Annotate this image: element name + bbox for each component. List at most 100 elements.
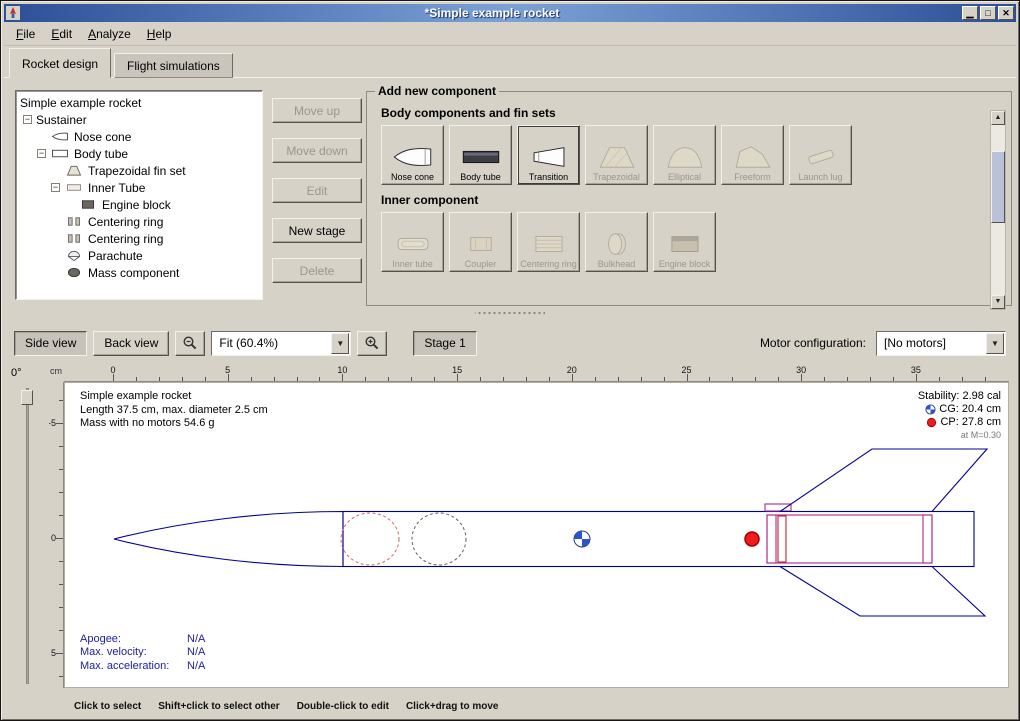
tab-flight-simulations[interactable]: Flight simulations bbox=[114, 53, 233, 78]
horizontal-ruler: 05101520253035 bbox=[64, 364, 1009, 382]
tree-expander-icon[interactable]: − bbox=[37, 149, 46, 158]
move-down-button[interactable]: Move down bbox=[272, 138, 362, 163]
mass-icon bbox=[64, 266, 84, 279]
slider-track bbox=[26, 388, 29, 684]
ruler-label: 30 bbox=[796, 365, 806, 375]
component-button-label: Engine block bbox=[659, 260, 711, 269]
slider-handle[interactable] bbox=[21, 390, 33, 405]
tree-expander-icon[interactable]: − bbox=[51, 183, 60, 192]
stage-1-toggle[interactable]: Stage 1 bbox=[413, 331, 476, 356]
add-coupler-button[interactable]: Coupler bbox=[449, 212, 512, 272]
menu-help[interactable]: Help bbox=[139, 23, 180, 45]
add-engine-block-button[interactable]: Engine block bbox=[653, 212, 716, 272]
ruler-tick bbox=[870, 377, 871, 381]
add-centering-ring-button[interactable]: Centering ring bbox=[517, 212, 580, 272]
edit-button[interactable]: Edit bbox=[272, 178, 362, 203]
scroll-down-icon[interactable]: ▼ bbox=[991, 295, 1005, 309]
tree-item-engine-block[interactable]: Engine block bbox=[18, 196, 260, 213]
move-up-button[interactable]: Move up bbox=[272, 98, 362, 123]
ruler-tick bbox=[205, 377, 206, 381]
finset-icon bbox=[64, 164, 84, 177]
ruler-tick bbox=[732, 377, 733, 381]
ruler-label: 25 bbox=[681, 365, 691, 375]
ruler-label: 35 bbox=[911, 365, 921, 375]
apogee-row: Apogee:N/A bbox=[80, 633, 205, 647]
delete-button[interactable]: Delete bbox=[272, 258, 362, 283]
tree-item-centering-ring[interactable]: Centering ring bbox=[18, 230, 260, 247]
tree-expander-icon[interactable]: − bbox=[23, 115, 32, 124]
design-panel: Simple example rocket−SustainerNose cone… bbox=[4, 77, 1016, 319]
tree-item-nose-cone[interactable]: Nose cone bbox=[18, 128, 260, 145]
tree-item-centering-ring[interactable]: Centering ring bbox=[18, 213, 260, 230]
side-view-button[interactable]: Side view bbox=[14, 331, 87, 356]
ruler-tick bbox=[182, 377, 183, 381]
engineblock-icon bbox=[662, 230, 708, 258]
ruler-label: -5 bbox=[49, 418, 56, 428]
chevron-down-icon[interactable]: ▼ bbox=[986, 333, 1004, 354]
tree-item-label: Centering ring bbox=[88, 215, 163, 229]
status-hint-click-to-select: Click to select bbox=[74, 701, 141, 712]
add-freeform-button[interactable]: Freeform bbox=[721, 125, 784, 185]
tree-item-parachute[interactable]: Parachute bbox=[18, 247, 260, 264]
close-button[interactable]: ✕ bbox=[998, 6, 1014, 20]
cp-icon bbox=[926, 417, 937, 428]
splitter-handle[interactable] bbox=[475, 308, 545, 318]
tree-item-sustainer[interactable]: −Sustainer bbox=[18, 111, 260, 128]
ruler-tick bbox=[893, 377, 894, 381]
rocket-name: Simple example rocket bbox=[80, 390, 268, 404]
tree-item-mass-component[interactable]: Mass component bbox=[18, 264, 260, 281]
tree-item-label: Engine block bbox=[102, 198, 171, 212]
ruler-tick bbox=[113, 374, 114, 381]
new-stage-button[interactable]: New stage bbox=[272, 218, 362, 243]
tab-bar: Rocket designFlight simulations bbox=[9, 47, 236, 78]
motor-configuration-label: Motor configuration: bbox=[760, 336, 866, 350]
scroll-up-icon[interactable]: ▲ bbox=[991, 111, 1005, 125]
maximize-button[interactable]: □ bbox=[980, 6, 996, 20]
add-transition-button[interactable]: Transition bbox=[517, 125, 580, 185]
tree-item-label: Centering ring bbox=[88, 232, 163, 246]
menu-edit[interactable]: Edit bbox=[43, 23, 80, 45]
component-button-label: Inner tube bbox=[392, 260, 433, 269]
menu-file[interactable]: File bbox=[8, 23, 43, 45]
zoom-out-button[interactable] bbox=[175, 331, 205, 356]
section-label-inner-component: Inner component bbox=[381, 193, 1003, 207]
tree-item-simple-example-rocket[interactable]: Simple example rocket bbox=[18, 94, 260, 111]
apogee-label: Apogee: bbox=[80, 633, 187, 647]
ruler-tick bbox=[526, 377, 527, 381]
add-panel-scrollbar[interactable]: ▲ ▼ bbox=[990, 110, 1006, 310]
rotation-slider[interactable] bbox=[21, 388, 33, 684]
cg-icon bbox=[925, 404, 936, 415]
ruler-label: 15 bbox=[452, 365, 462, 375]
tab-rocket-design[interactable]: Rocket design bbox=[9, 48, 111, 78]
zoom-in-button[interactable] bbox=[357, 331, 387, 356]
zoom-select[interactable]: Fit (60.4%) ▼ bbox=[211, 331, 351, 356]
cp-value: CP: 27.8 cm bbox=[940, 416, 1001, 429]
component-button-label: Trapezoidal bbox=[593, 173, 640, 182]
component-tree[interactable]: Simple example rocket−SustainerNose cone… bbox=[15, 90, 263, 300]
tree-item-inner-tube[interactable]: −Inner Tube bbox=[18, 179, 260, 196]
add-elliptical-button[interactable]: Elliptical bbox=[653, 125, 716, 185]
add-bulkhead-button[interactable]: Bulkhead bbox=[585, 212, 648, 272]
menu-analyze[interactable]: Analyze bbox=[80, 23, 139, 45]
section-label-body-components-and-fin-sets: Body components and fin sets bbox=[381, 106, 1003, 120]
add-nose-cone-button[interactable]: Nose cone bbox=[381, 125, 444, 185]
titlebar[interactable]: *Simple example rocket ▁ □ ✕ bbox=[4, 4, 1016, 22]
tree-item-trapezoidal-fin-set[interactable]: Trapezoidal fin set bbox=[18, 162, 260, 179]
tree-item-body-tube[interactable]: −Body tube bbox=[18, 145, 260, 162]
add-inner-tube-button[interactable]: Inner tube bbox=[381, 212, 444, 272]
minimize-button[interactable]: ▁ bbox=[962, 6, 978, 20]
ruler-tick bbox=[709, 377, 710, 381]
add-body-tube-button[interactable]: Body tube bbox=[449, 125, 512, 185]
add-trapezoidal-button[interactable]: Trapezoidal bbox=[585, 125, 648, 185]
chevron-down-icon[interactable]: ▼ bbox=[331, 333, 349, 354]
add-component-sections: Body components and fin sets Nose coneBod… bbox=[375, 106, 1003, 272]
scrollbar-thumb[interactable] bbox=[991, 151, 1005, 223]
ruler-tick bbox=[847, 377, 848, 381]
add-launch-lug-button[interactable]: Launch lug bbox=[789, 125, 852, 185]
ruler-tick bbox=[755, 377, 756, 381]
ruler-tick bbox=[56, 653, 63, 654]
back-view-button[interactable]: Back view bbox=[93, 331, 169, 356]
motor-configuration-select[interactable]: [No motors] ▼ bbox=[876, 331, 1006, 356]
tree-item-label: Mass component bbox=[88, 266, 179, 280]
rocket-canvas[interactable]: Simple example rocket Length 37.5 cm, ma… bbox=[64, 382, 1009, 688]
